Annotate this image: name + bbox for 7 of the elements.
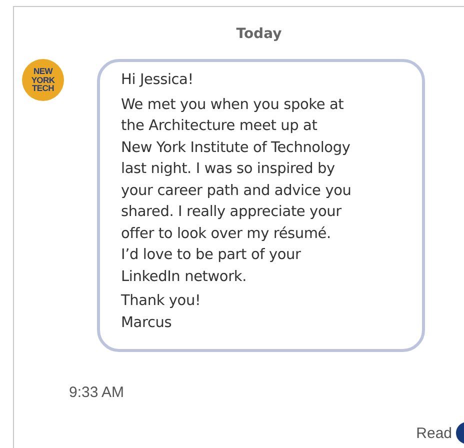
day-header: Today [235, 26, 283, 44]
sender-avatar: NEW YORK TECH [22, 59, 64, 101]
read-receipt-label: Read [416, 424, 452, 442]
message-time: 9:33 AM [69, 384, 124, 401]
message-text: We met you when you spoke at the Architecture meet up at New York Institute of Technology last night. I was so inspired by your career path and advice you shared. I really appreciate your offer to look over my résumé. I’d love to be part of your LinkedIn network. [121, 96, 352, 286]
message-text: Hi Jessica! [121, 71, 194, 90]
message-text: Thank you! Marcus [121, 292, 202, 332]
